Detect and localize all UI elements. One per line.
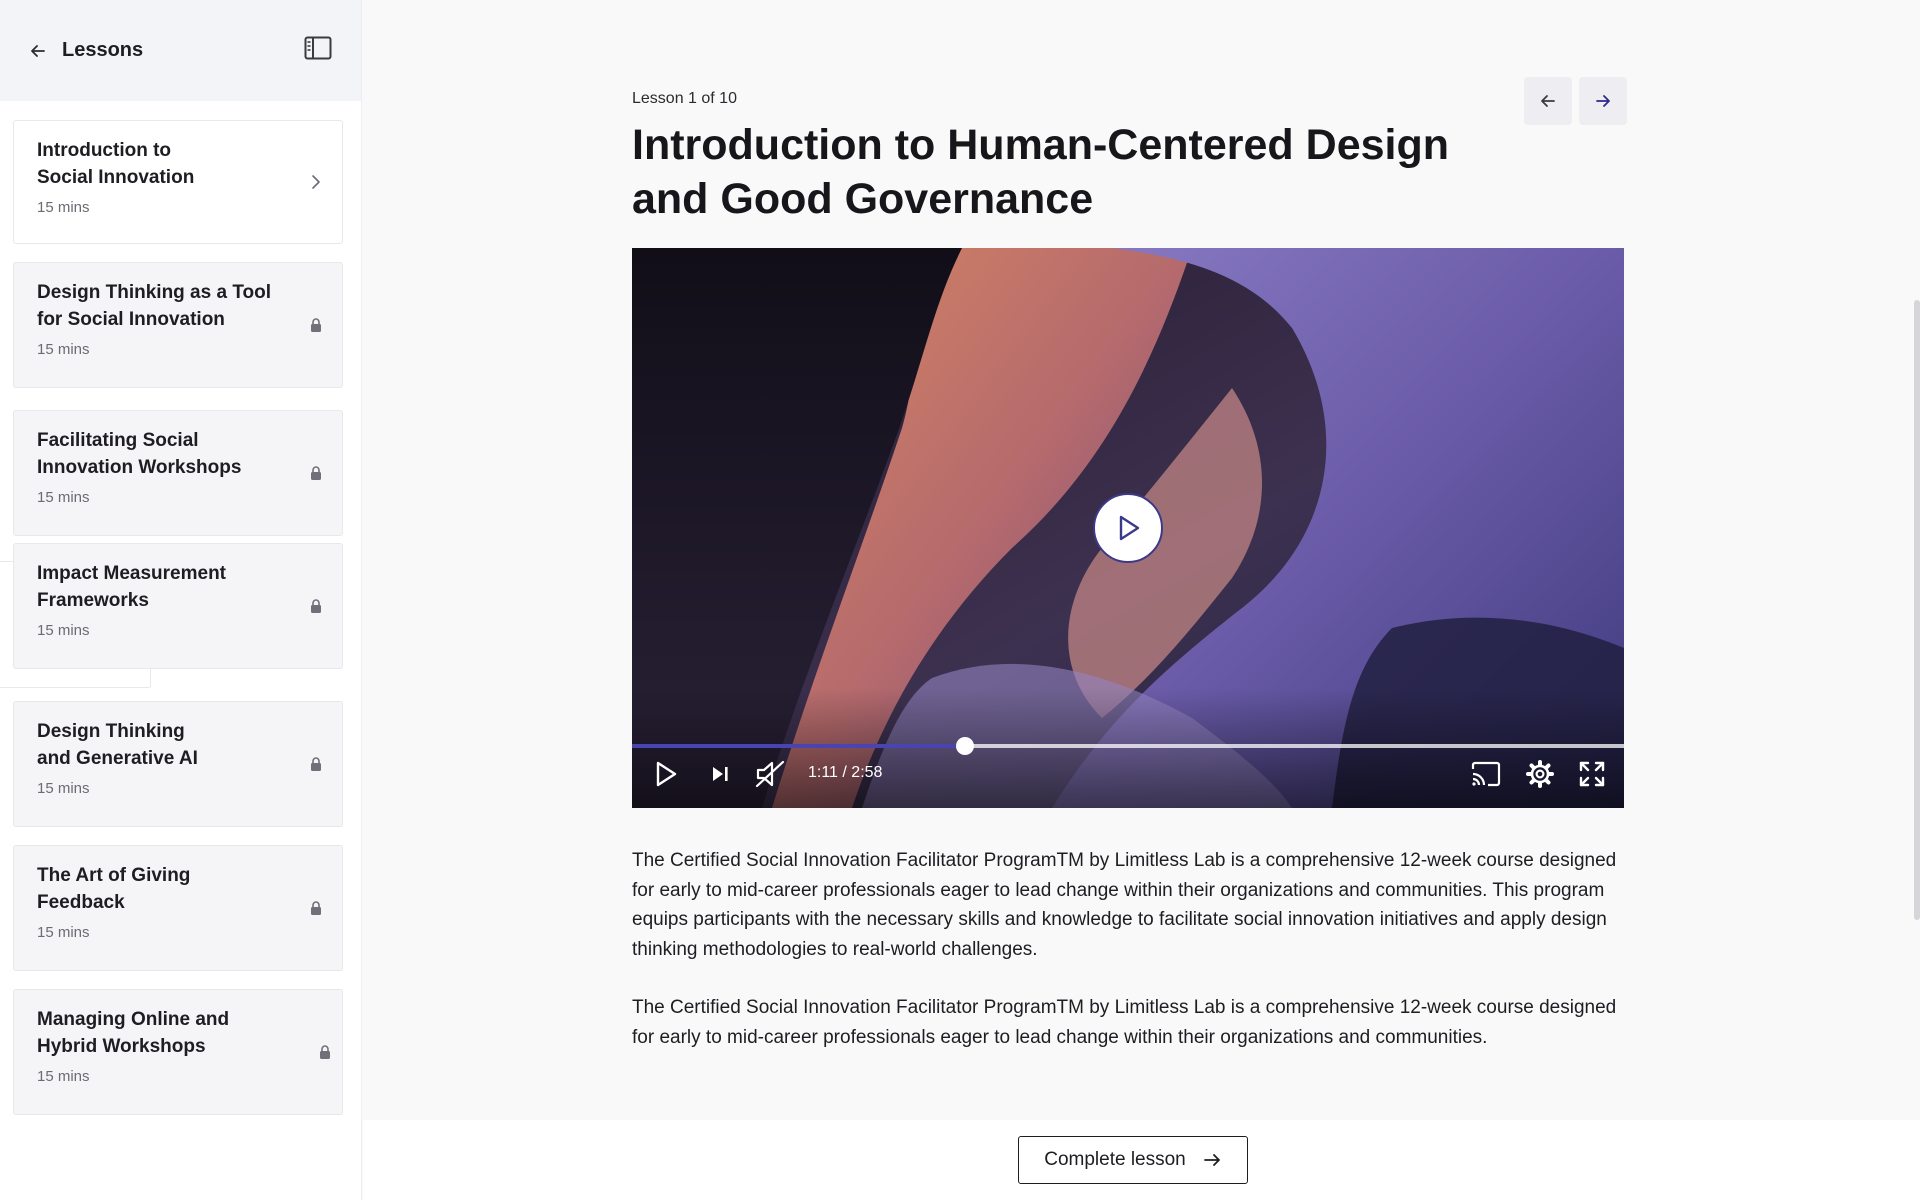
lesson-title: Design Thinking and Generative AI bbox=[37, 721, 198, 769]
video-progress-fill bbox=[632, 744, 966, 748]
lesson-item[interactable]: Design Thinking as a Tool for Social Inn… bbox=[13, 262, 343, 388]
settings-icon bbox=[1526, 760, 1554, 788]
play-button[interactable] bbox=[1093, 493, 1163, 563]
lesson-duration: 15 mins bbox=[37, 1068, 90, 1085]
cast-button[interactable] bbox=[1468, 756, 1504, 792]
scrollbar[interactable] bbox=[1914, 300, 1920, 920]
volume-muted-icon bbox=[755, 760, 785, 788]
lesson-content: Lesson 1 of 10 Introduction to Human-Cen… bbox=[363, 0, 1920, 1200]
lesson-title: Impact Measurement Frameworks bbox=[37, 563, 227, 611]
page-title: Introduction to Human-Centered Design an… bbox=[632, 121, 1449, 223]
lock-icon bbox=[308, 317, 324, 333]
lock-icon bbox=[317, 1044, 333, 1060]
sidebar-toggle-button[interactable] bbox=[300, 30, 336, 66]
mute-button[interactable] bbox=[752, 756, 788, 792]
divider bbox=[0, 687, 150, 688]
lesson-title: Facilitating Social Innovation Workshops bbox=[37, 430, 242, 478]
back-button[interactable] bbox=[18, 31, 58, 71]
video-player[interactable]: 1:11 / 2:58 bbox=[632, 248, 1624, 808]
complete-lesson-button[interactable]: Complete lesson bbox=[1018, 1136, 1248, 1184]
sidebar-title: Lessons bbox=[62, 39, 144, 61]
complete-lesson-label: Complete lesson bbox=[1044, 1149, 1186, 1170]
lesson-item[interactable]: The Art of Giving Feedback 15 mins bbox=[13, 845, 343, 971]
previous-lesson-button[interactable] bbox=[1524, 77, 1572, 125]
lesson-item[interactable]: Impact Measurement Frameworks 15 mins bbox=[13, 543, 343, 669]
lesson-duration: 15 mins bbox=[37, 780, 90, 797]
lesson-title: The Art of Giving Feedback bbox=[37, 865, 191, 913]
video-play-button[interactable] bbox=[648, 756, 684, 792]
sidebar-panel-icon bbox=[304, 36, 332, 60]
video-time: 1:11 / 2:58 bbox=[808, 764, 883, 781]
skip-next-button[interactable] bbox=[702, 756, 738, 792]
skip-next-icon bbox=[713, 767, 728, 781]
lesson-duration: 15 mins bbox=[37, 341, 90, 358]
next-lesson-button[interactable] bbox=[1579, 77, 1627, 125]
lesson-description: The Certified Social Innovation Facilita… bbox=[632, 997, 1617, 1048]
cast-icon bbox=[1471, 761, 1501, 787]
lesson-duration: 15 mins bbox=[37, 924, 90, 941]
lessons-sidebar: Lessons Introduction to Social Innovatio… bbox=[0, 0, 362, 1200]
fullscreen-icon bbox=[1579, 761, 1605, 787]
play-icon bbox=[1119, 515, 1140, 541]
lesson-item[interactable]: Managing Online and Hybrid Workshops 15 … bbox=[13, 989, 343, 1115]
lock-icon bbox=[308, 900, 324, 916]
lesson-duration: 15 mins bbox=[37, 199, 90, 216]
arrow-left-icon bbox=[1541, 95, 1555, 107]
lock-icon bbox=[308, 598, 324, 614]
lesson-item[interactable]: Introduction to Social Innovation 15 min… bbox=[13, 120, 343, 244]
sidebar-header: Lessons bbox=[0, 0, 361, 101]
divider bbox=[150, 669, 151, 687]
lock-icon bbox=[308, 465, 324, 481]
lesson-item[interactable]: Design Thinking and Generative AI 15 min… bbox=[13, 701, 343, 827]
fullscreen-button[interactable] bbox=[1574, 756, 1610, 792]
settings-button[interactable] bbox=[1522, 756, 1558, 792]
lesson-counter: Lesson 1 of 10 bbox=[632, 90, 737, 107]
video-progress-bar[interactable] bbox=[632, 737, 1624, 755]
lesson-duration: 15 mins bbox=[37, 622, 90, 639]
lesson-item[interactable]: Facilitating Social Innovation Workshops… bbox=[13, 410, 343, 536]
lesson-description: The Certified Social Innovation Facilita… bbox=[632, 850, 1617, 960]
lesson-title: Design Thinking as a Tool for Social Inn… bbox=[37, 282, 272, 330]
chevron-right-icon bbox=[308, 174, 324, 190]
lesson-duration: 15 mins bbox=[37, 489, 90, 506]
lesson-title: Introduction to Social Innovation bbox=[37, 140, 195, 188]
arrow-right-icon bbox=[1596, 95, 1610, 107]
lock-icon bbox=[308, 756, 324, 772]
arrow-right-icon bbox=[1203, 1154, 1220, 1166]
arrow-left-icon bbox=[31, 44, 45, 57]
divider bbox=[0, 561, 14, 562]
lesson-title: Managing Online and Hybrid Workshops bbox=[37, 1009, 230, 1057]
play-icon bbox=[656, 761, 677, 787]
